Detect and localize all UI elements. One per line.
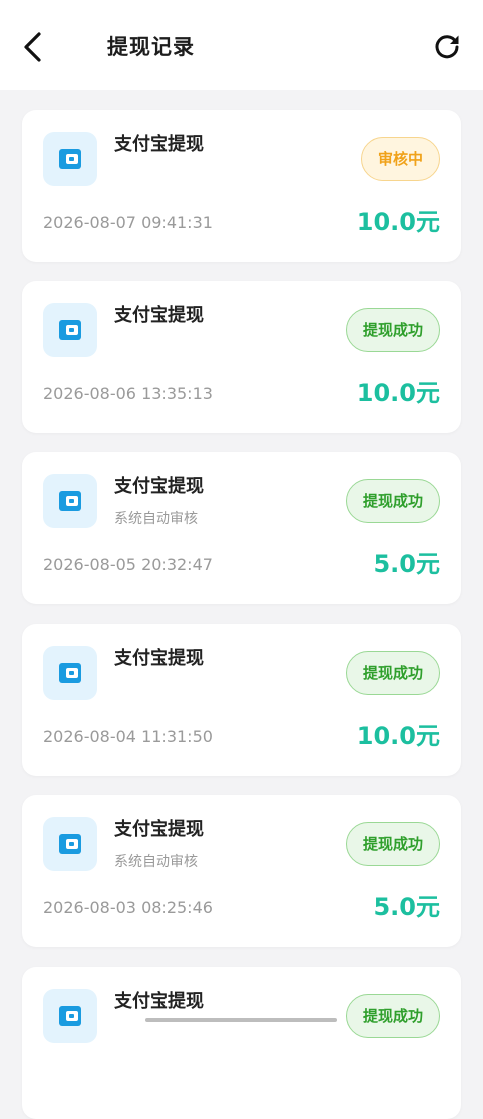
record-amount: 10.0元 [356, 722, 440, 750]
record-time: 2026-08-07 09:41:31 [43, 213, 213, 232]
record-title: 支付宝提现 [114, 305, 204, 326]
record-title: 支付宝提现 [114, 991, 204, 1012]
wallet-icon [59, 491, 81, 511]
status-badge: 提现成功 [345, 479, 440, 523]
wallet-icon-tile [43, 132, 97, 186]
wallet-icon [59, 320, 81, 340]
status-badge: 提现成功 [345, 822, 440, 866]
record-card[interactable]: 支付宝提现系统自动审核 提现成功 2026-08-03 08:25:46 5.0元 [22, 795, 461, 947]
refresh-icon [435, 35, 459, 59]
status-badge: 提现成功 [345, 994, 440, 1038]
record-title: 支付宝提现 [114, 648, 204, 669]
record-card[interactable]: 支付宝提现 审核中 2026-08-07 09:41:31 10.0元 [22, 110, 461, 262]
chevron-left-icon [24, 32, 41, 62]
wallet-icon [59, 834, 81, 854]
back-button[interactable] [18, 30, 50, 64]
wallet-icon-tile [43, 989, 97, 1043]
record-amount: 5.0元 [373, 893, 440, 921]
record-amount: 10.0元 [356, 208, 440, 236]
wallet-icon-tile [43, 303, 97, 357]
home-indicator [145, 1018, 337, 1022]
record-amount: 10.0元 [356, 379, 440, 407]
record-title: 支付宝提现 [114, 819, 204, 840]
wallet-icon-tile [43, 646, 97, 700]
record-card[interactable]: 支付宝提现系统自动审核 提现成功 2026-08-05 20:32:47 5.0元 [22, 452, 461, 604]
wallet-icon [59, 149, 81, 169]
record-card[interactable]: 支付宝提现 提现成功 2026-08-04 11:31:50 10.0元 [22, 624, 461, 776]
record-title: 支付宝提现 [114, 476, 204, 497]
refresh-button[interactable] [432, 32, 462, 62]
record-subtitle: 系统自动审核 [114, 511, 198, 527]
record-time: 2026-08-03 08:25:46 [43, 898, 213, 917]
record-card[interactable]: 支付宝提现 提现成功 2026-08-06 13:35:13 10.0元 [22, 281, 461, 433]
record-amount: 5.0元 [373, 550, 440, 578]
page-title: 提现记录 [107, 35, 195, 59]
top-bar: 提现记录 [0, 0, 483, 90]
status-badge: 提现成功 [345, 651, 440, 695]
record-card[interactable]: 支付宝提现 提现成功 [22, 967, 461, 1119]
record-title: 支付宝提现 [114, 134, 204, 155]
record-time: 2026-08-06 13:35:13 [43, 384, 213, 403]
wallet-icon [59, 663, 81, 683]
wallet-icon-tile [43, 474, 97, 528]
wallet-icon-tile [43, 817, 97, 871]
status-badge: 审核中 [360, 137, 440, 181]
record-time: 2026-08-04 11:31:50 [43, 727, 213, 746]
status-badge: 提现成功 [345, 308, 440, 352]
record-subtitle: 系统自动审核 [114, 854, 198, 870]
record-time: 2026-08-05 20:32:47 [43, 555, 213, 574]
